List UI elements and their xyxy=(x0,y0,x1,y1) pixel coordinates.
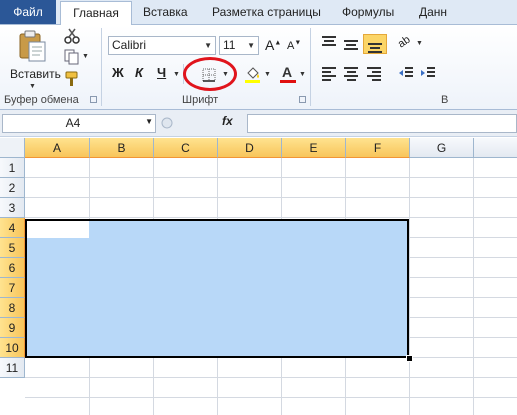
font-name-value: Calibri xyxy=(112,38,147,52)
bold-button[interactable]: Ж xyxy=(112,65,128,83)
gridline xyxy=(25,217,517,218)
underline-button[interactable]: Ч xyxy=(157,65,171,83)
name-box[interactable]: A4 ▼ xyxy=(2,114,156,133)
column-header-d[interactable]: D xyxy=(218,138,282,158)
row-header-8[interactable]: 8 xyxy=(0,298,25,318)
formula-input[interactable] xyxy=(247,114,517,133)
grow-font-icon: A▲ xyxy=(265,37,282,53)
paint-bucket-icon xyxy=(245,67,260,83)
align-bottom-icon xyxy=(368,43,382,55)
fill-color-button[interactable]: ▼ xyxy=(244,65,272,83)
group-divider xyxy=(101,28,102,106)
row-header-11[interactable]: 11 xyxy=(0,358,25,378)
format-painter-icon xyxy=(65,71,78,86)
active-cell[interactable] xyxy=(27,221,89,238)
tab-formulas[interactable]: Формулы xyxy=(342,0,394,24)
paste-button[interactable]: Вставить ▼ xyxy=(10,28,61,90)
name-box-value: A4 xyxy=(65,116,81,130)
tab-home[interactable]: Главная xyxy=(60,1,132,26)
copy-dropdown-arrow-icon: ▼ xyxy=(82,53,89,60)
font-name-combo[interactable]: Calibri ▼ xyxy=(108,36,216,55)
formula-bar: A4 ▼ fx xyxy=(0,110,517,137)
clipboard-paste-icon xyxy=(19,30,46,62)
column-header-a[interactable]: A xyxy=(25,138,90,158)
ribbon: Вставить ▼ ▼ Буфер обмена Calibri ▼ 11 ▼ xyxy=(0,25,517,110)
select-all-button[interactable] xyxy=(0,138,25,158)
align-right-button[interactable] xyxy=(367,67,381,83)
row-header-3[interactable]: 3 xyxy=(0,198,25,218)
cut-button[interactable] xyxy=(64,28,80,44)
row-header-7[interactable]: 7 xyxy=(0,278,25,298)
font-name-dropdown-icon[interactable]: ▼ xyxy=(204,37,212,54)
italic-button[interactable]: К xyxy=(135,65,151,83)
clipboard-group-label: Буфер обмена xyxy=(4,94,79,106)
gridline xyxy=(25,377,517,378)
decrease-indent-button[interactable] xyxy=(398,65,414,81)
group-divider xyxy=(310,28,311,106)
font-color-letter: A xyxy=(282,64,293,80)
spreadsheet-grid: A B C D E F G 1 2 3 4 5 6 7 8 9 10 11 xyxy=(0,138,517,415)
increase-indent-icon xyxy=(421,67,435,77)
row-header-1[interactable]: 1 xyxy=(0,158,25,178)
align-center-button[interactable] xyxy=(344,67,358,83)
underline-dropdown-icon[interactable]: ▼ xyxy=(173,71,180,78)
fill-color-dropdown-icon: ▼ xyxy=(264,71,271,78)
font-size-dropdown-icon[interactable]: ▼ xyxy=(247,37,255,54)
copy-button[interactable]: ▼ xyxy=(64,49,90,65)
row-header-9[interactable]: 9 xyxy=(0,318,25,338)
orientation-dropdown-icon: ▼ xyxy=(416,40,423,47)
font-group-label: Шрифт xyxy=(182,94,219,106)
align-middle-button[interactable] xyxy=(344,40,358,52)
gridline xyxy=(25,197,517,198)
font-color-swatch xyxy=(280,80,296,83)
row-header-6[interactable]: 6 xyxy=(0,258,25,278)
scissors-icon xyxy=(64,28,80,44)
font-color-dropdown-icon: ▼ xyxy=(299,71,306,78)
tab-data[interactable]: Данн xyxy=(419,0,447,24)
shrink-font-button[interactable]: A▼ xyxy=(287,39,303,54)
highlight-oval xyxy=(183,57,237,91)
paste-label: Вставить xyxy=(10,67,61,81)
decrease-indent-icon xyxy=(399,67,413,77)
selected-range[interactable] xyxy=(25,219,409,358)
tab-page-layout[interactable]: Разметка страницы xyxy=(212,0,321,24)
column-header-g[interactable]: G xyxy=(410,138,474,158)
format-painter-button[interactable] xyxy=(64,71,80,87)
row-header-2[interactable]: 2 xyxy=(0,178,25,198)
name-box-dropdown-icon[interactable]: ▼ xyxy=(145,117,153,126)
align-left-button[interactable] xyxy=(322,67,336,83)
column-header-b[interactable]: B xyxy=(90,138,154,158)
clipboard-dialog-launcher-icon[interactable] xyxy=(90,96,97,103)
column-header-c[interactable]: C xyxy=(154,138,218,158)
row-header-4[interactable]: 4 xyxy=(0,218,25,238)
font-size-value: 11 xyxy=(223,38,236,52)
tab-insert[interactable]: Вставка xyxy=(143,0,188,24)
ribbon-tabs: Файл Главная Вставка Разметка страницы Ф… xyxy=(0,0,517,26)
font-color-button[interactable]: A ▼ xyxy=(280,64,308,83)
font-dialog-launcher-icon[interactable] xyxy=(299,96,306,103)
column-header-h[interactable] xyxy=(474,138,517,158)
row-header-5[interactable]: 5 xyxy=(0,238,25,258)
row-header-10[interactable]: 10 xyxy=(0,338,25,358)
font-size-combo[interactable]: 11 ▼ xyxy=(219,36,259,55)
gridline xyxy=(25,397,517,398)
formula-bar-grip-icon[interactable] xyxy=(160,115,174,132)
grow-font-button[interactable]: A▲ xyxy=(265,37,281,54)
insert-function-button[interactable]: fx xyxy=(222,114,233,128)
shrink-font-icon: A▼ xyxy=(287,39,302,52)
align-bottom-button[interactable] xyxy=(363,34,387,54)
align-top-button[interactable] xyxy=(322,36,336,48)
copy-icon xyxy=(64,49,79,65)
increase-indent-button[interactable] xyxy=(420,65,436,81)
text-orientation-icon: ab xyxy=(395,33,413,51)
fill-handle[interactable] xyxy=(406,355,413,362)
alignment-group-label: В xyxy=(441,94,449,106)
column-header-f[interactable]: F xyxy=(346,138,410,158)
text-orientation-button[interactable]: ab ▼ xyxy=(395,33,424,52)
tab-file[interactable]: Файл xyxy=(0,0,56,24)
column-header-e[interactable]: E xyxy=(282,138,346,158)
gridline xyxy=(25,177,517,178)
paste-dropdown-arrow-icon: ▼ xyxy=(29,83,36,90)
